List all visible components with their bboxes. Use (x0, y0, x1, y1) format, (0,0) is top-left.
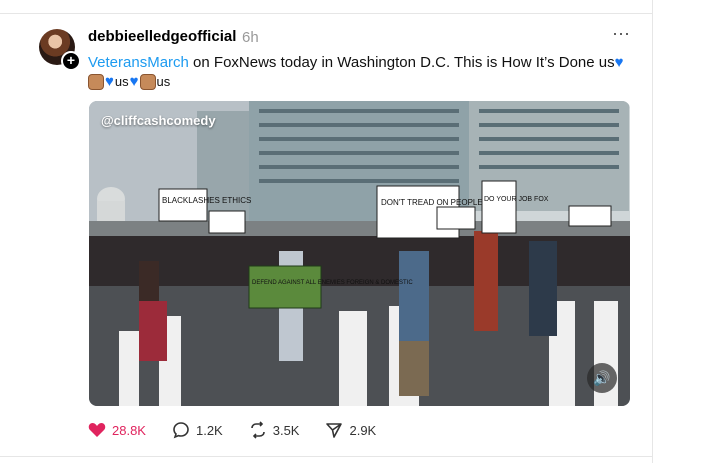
heart-icon (88, 423, 106, 437)
right-divider (652, 0, 653, 463)
sign-4: DEFEND AGAINST ALL ENEMIES FOREIGN & DOM… (252, 280, 413, 286)
speaker-icon[interactable]: 🔊 (587, 363, 617, 393)
bottom-divider (0, 456, 652, 457)
fist-emoji-icon (88, 73, 104, 90)
comment-button[interactable]: 1.2K (172, 421, 223, 439)
blue-heart-emoji-icon: ♥ (614, 54, 624, 71)
post-time[interactable]: 6h (242, 29, 259, 46)
video-player[interactable]: BLACKLASHES ETHICS DON'T TREAD ON PEOPLE… (89, 101, 630, 406)
post-actions: 28.8K 1.2K 3.5K 2.9K (88, 420, 402, 440)
like-count: 28.8K (112, 422, 146, 438)
post-caption: VeteransMarch on FoxNews today in Washin… (88, 52, 648, 73)
blue-heart-emoji-icon: ♥ (129, 73, 139, 90)
emoji-label-1: us (114, 74, 129, 89)
repost-icon (250, 421, 265, 439)
share-count: 2.9K (349, 422, 377, 438)
comment-icon (173, 422, 189, 439)
username[interactable]: debbieelledgeofficial (88, 28, 236, 45)
emoji-label-2: us (156, 74, 171, 89)
repost-count: 3.5K (272, 422, 300, 438)
caption-text: on FoxNews today in Washington D.C. This… (188, 54, 615, 71)
follow-plus-icon[interactable]: + (61, 51, 81, 71)
send-icon (326, 423, 343, 438)
like-button[interactable]: 28.8K (88, 422, 146, 438)
sign-3: DO YOUR JOB FOX (484, 196, 549, 203)
caption-link[interactable]: VeteransMarch (88, 54, 189, 71)
comment-count: 1.2K (195, 422, 223, 438)
repost-button[interactable]: 3.5K (249, 421, 300, 439)
threads-post: + debbieelledgeofficial 6h ⋯ VeteransMar… (0, 0, 704, 463)
sign-1: BLACKLASHES ETHICS (162, 196, 251, 205)
share-button[interactable]: 2.9K (325, 421, 376, 439)
video-watermark: @cliffcashcomedy (101, 113, 216, 128)
video-frame: BLACKLASHES ETHICS DON'T TREAD ON PEOPLE… (89, 101, 630, 406)
top-divider (0, 0, 652, 14)
emoji-row: ♥ us ♥ us (88, 73, 170, 90)
more-options-icon[interactable]: ⋯ (612, 24, 631, 45)
fist-emoji-icon (139, 73, 156, 90)
sign-2: DON'T TREAD ON PEOPLE (381, 198, 483, 207)
avatar[interactable]: + (39, 29, 81, 71)
blue-heart-emoji-icon: ♥ (105, 73, 114, 90)
